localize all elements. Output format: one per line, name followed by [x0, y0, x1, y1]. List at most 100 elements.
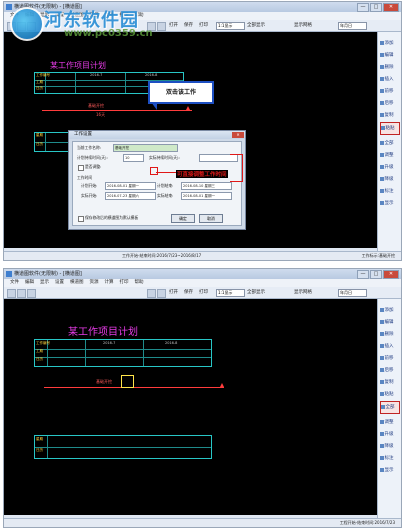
- minimize-button[interactable]: —: [357, 3, 369, 12]
- unit-select[interactable]: 年月日: [338, 22, 367, 30]
- panel-movedown-button[interactable]: 后移: [380, 98, 398, 109]
- row-label: 工期: [36, 349, 43, 353]
- panel-upgrade-button[interactable]: 升级: [380, 162, 398, 173]
- actual-end-label: 实际结束:: [157, 193, 174, 198]
- panel-upgrade-button[interactable]: 升级: [380, 429, 398, 440]
- selection-box: [121, 375, 134, 388]
- panel-all-button[interactable]: 全部: [380, 401, 400, 414]
- gantt-canvas[interactable]: 某工作项目计划 工作编号 2016-7 2016-8 工期 日历 基础开挖 星期…: [4, 299, 377, 515]
- add-icon: [380, 41, 384, 45]
- panel-adjust-button[interactable]: 调整: [380, 417, 398, 428]
- close-button[interactable]: ✕: [383, 270, 399, 279]
- zoom-select[interactable]: 1:1显示: [216, 22, 245, 30]
- menu-help[interactable]: 帮助: [135, 279, 144, 287]
- panel-paste-button[interactable]: 粘贴: [380, 122, 400, 135]
- panel-movedown-button[interactable]: 后移: [380, 365, 398, 376]
- panel-insert-button[interactable]: 插入: [380, 74, 398, 85]
- panel-edit-button[interactable]: 编辑: [380, 50, 398, 61]
- show-all-label[interactable]: 全部显示: [247, 289, 265, 296]
- panel-downgrade-button[interactable]: 降级: [380, 174, 398, 185]
- status-project-time: 工程开始-结束时间:2016/7/23: [339, 520, 395, 525]
- panel-copy-button[interactable]: 复制: [380, 110, 398, 121]
- unit-select[interactable]: 年月日: [338, 289, 367, 297]
- save-label[interactable]: 保存: [184, 22, 193, 29]
- panel-downgrade-button[interactable]: 降级: [380, 441, 398, 452]
- panel-moveup-button[interactable]: 前移: [380, 353, 398, 364]
- menu-settings[interactable]: 设置: [55, 279, 64, 287]
- print-label[interactable]: 打印: [199, 22, 208, 29]
- menu-file[interactable]: 文件: [10, 279, 19, 287]
- panel-delete-button[interactable]: 删除: [380, 329, 398, 340]
- menu-calc[interactable]: 计算: [105, 279, 114, 287]
- panel-edit-button[interactable]: 编辑: [380, 317, 398, 328]
- print-label[interactable]: 打印: [199, 289, 208, 296]
- row-label: 星期: [36, 437, 43, 441]
- panel-mark-button[interactable]: 标注: [380, 453, 398, 464]
- menu-view[interactable]: 显示: [40, 279, 49, 287]
- duration-field[interactable]: 10: [123, 154, 144, 162]
- actual-end-field[interactable]: 2016-08-01 星期一: [181, 192, 232, 200]
- panel-copy-button[interactable]: 复制: [380, 377, 398, 388]
- open-label[interactable]: 打开: [169, 289, 178, 296]
- status-bar: 工程开始-结束时间:2016/7/23: [4, 518, 401, 527]
- save-label[interactable]: 保存: [184, 289, 193, 296]
- name-field[interactable]: 基础开挖: [113, 144, 178, 152]
- plan-start-field[interactable]: 2016-08-01 星期一: [105, 182, 156, 190]
- all-icon: [381, 405, 385, 409]
- new-file-icon[interactable]: [7, 289, 16, 298]
- menu-gantt[interactable]: 横道图: [70, 279, 84, 287]
- chart-title: 某工作项目计划: [68, 327, 138, 338]
- panel-mark-button[interactable]: 标注: [380, 186, 398, 197]
- task-bar[interactable]: [44, 387, 224, 388]
- cancel-button[interactable]: 取消: [199, 214, 223, 223]
- adjust-checkbox[interactable]: [78, 165, 84, 171]
- row-label: 工期: [36, 80, 43, 84]
- panel-all-button[interactable]: 全部: [380, 138, 398, 149]
- downgrade-icon: [380, 177, 384, 181]
- show-grid-label[interactable]: 显示网格: [294, 22, 312, 29]
- close-button[interactable]: ✕: [383, 3, 399, 12]
- annotation-line: [156, 172, 176, 173]
- menu-edit[interactable]: 编辑: [25, 279, 34, 287]
- watermark-url: www.pc0359.cn: [64, 28, 153, 39]
- down-icon: [380, 101, 384, 105]
- panel-paste-button[interactable]: 粘贴: [380, 389, 398, 400]
- zoom-out-icon[interactable]: [157, 289, 166, 298]
- task-bar[interactable]: [42, 110, 192, 111]
- panel-add-button[interactable]: 添加: [380, 305, 398, 316]
- maximize-button[interactable]: □: [370, 3, 382, 12]
- window-title: 横道图软件(无限制) - [横道图]: [14, 271, 82, 277]
- save-default-checkbox[interactable]: [78, 216, 84, 222]
- panel-show-button[interactable]: 显示: [380, 465, 398, 476]
- zoom-out-icon[interactable]: [157, 22, 166, 31]
- task-duration: 16天: [96, 112, 106, 117]
- panel-moveup-button[interactable]: 前移: [380, 86, 398, 97]
- maximize-button[interactable]: □: [370, 270, 382, 279]
- open-file-icon[interactable]: [17, 289, 26, 298]
- open-label[interactable]: 打开: [169, 22, 178, 29]
- actual-start-field[interactable]: 2016-07-23 星期六: [105, 192, 156, 200]
- adjust-label: 是否调整:: [85, 164, 102, 169]
- toolbar: 打开 保存 打印 1:1显示 全部显示 年月日 显示网格: [4, 287, 401, 299]
- downgrade-icon: [380, 444, 384, 448]
- panel-delete-button[interactable]: 删除: [380, 62, 398, 73]
- down-icon: [380, 368, 384, 372]
- panel-insert-button[interactable]: 插入: [380, 341, 398, 352]
- dialog-title: 工作设置: [69, 131, 245, 139]
- show-all-label[interactable]: 全部显示: [247, 22, 265, 29]
- panel-show-button[interactable]: 显示: [380, 198, 398, 209]
- show-grid-label[interactable]: 显示网格: [294, 289, 312, 296]
- menu-print[interactable]: 打印: [120, 279, 129, 287]
- panel-adjust-button[interactable]: 调整: [380, 150, 398, 161]
- work-time-label: 工作时间: [77, 175, 93, 180]
- zoom-in-icon[interactable]: [147, 289, 156, 298]
- dialog-close-button[interactable]: ✕: [232, 132, 244, 138]
- save-file-icon[interactable]: [27, 289, 36, 298]
- menu-resource[interactable]: 资源: [90, 279, 99, 287]
- plan-end-field[interactable]: 2016-08-10 星期三: [181, 182, 232, 190]
- zoom-select[interactable]: 1:1显示: [216, 289, 245, 297]
- paste-icon: [381, 126, 385, 130]
- minimize-button[interactable]: —: [357, 270, 369, 279]
- panel-add-button[interactable]: 添加: [380, 38, 398, 49]
- ok-button[interactable]: 确定: [171, 214, 195, 223]
